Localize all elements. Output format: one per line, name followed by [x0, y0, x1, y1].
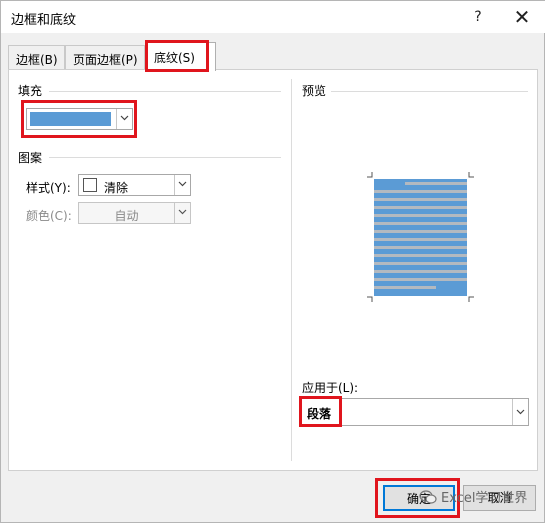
pattern-swatch — [83, 178, 97, 192]
corner-mark-icon — [468, 296, 474, 302]
dialog-title: 边框和底纹 — [11, 13, 77, 28]
preview-divider — [331, 91, 528, 92]
apply-to-dropdown-arrow[interactable] — [512, 399, 528, 425]
chevron-down-icon — [120, 115, 129, 121]
preview-line — [405, 182, 467, 185]
watermark-text: Excel学习世界 — [441, 491, 528, 506]
borders-and-shading-dialog: 边框和底纹 ? ✕ 边框(B) 页面边框(P) 底纹(S) 填充 图案 样式(Y… — [0, 0, 545, 523]
fill-section-label: 填充 — [18, 84, 43, 98]
preview-line — [374, 230, 467, 233]
fill-color-swatch — [30, 112, 111, 126]
pattern-divider — [49, 157, 281, 158]
corner-mark-icon — [367, 172, 373, 178]
preview-line — [374, 222, 467, 225]
title-bar: 边框和底纹 ? ✕ — [1, 1, 545, 33]
close-button[interactable]: ✕ — [510, 6, 534, 28]
help-button[interactable]: ? — [466, 6, 490, 28]
style-value: 清除 — [104, 181, 129, 195]
preview-line — [374, 278, 467, 281]
wechat-icon — [419, 490, 437, 504]
preview-line — [374, 238, 467, 241]
style-dropdown[interactable]: 清除 — [78, 174, 191, 196]
chevron-down-icon — [178, 209, 187, 215]
watermark: Excel学习世界 — [419, 487, 527, 506]
apply-to-value: 段落 — [307, 407, 332, 421]
preview-line — [374, 190, 467, 193]
preview-line — [374, 262, 467, 265]
color-label: 颜色(C): — [26, 209, 72, 223]
preview-section-label: 预览 — [302, 84, 327, 98]
pattern-section-label: 图案 — [18, 151, 43, 165]
apply-to-dropdown[interactable]: 段落 — [301, 398, 529, 426]
preview-line — [374, 206, 467, 209]
style-label: 样式(Y): — [26, 181, 71, 195]
preview-line — [374, 246, 467, 249]
preview-line — [374, 198, 467, 201]
color-dropdown-arrow[interactable] — [174, 203, 190, 223]
fill-color-dropdown[interactable] — [26, 108, 133, 130]
fill-dropdown-arrow[interactable] — [116, 109, 132, 129]
preview-line — [374, 254, 467, 257]
tab-borders[interactable]: 边框(B) — [8, 45, 65, 71]
preview-line — [374, 214, 467, 217]
color-value: 自动 — [114, 209, 139, 223]
style-dropdown-arrow[interactable] — [174, 175, 190, 195]
apply-to-label: 应用于(L): — [302, 381, 359, 395]
preview-line — [374, 270, 467, 273]
preview-line — [374, 286, 436, 289]
chevron-down-icon — [516, 409, 525, 415]
tab-page-border[interactable]: 页面边框(P) — [65, 45, 145, 71]
fill-divider — [49, 91, 281, 92]
tab-shading[interactable]: 底纹(S) — [146, 42, 216, 71]
corner-mark-icon — [367, 296, 373, 302]
color-dropdown[interactable]: 自动 — [78, 202, 191, 224]
corner-mark-icon — [468, 172, 474, 178]
section-divider — [291, 79, 292, 461]
shading-preview — [374, 179, 467, 296]
chevron-down-icon — [178, 181, 187, 187]
